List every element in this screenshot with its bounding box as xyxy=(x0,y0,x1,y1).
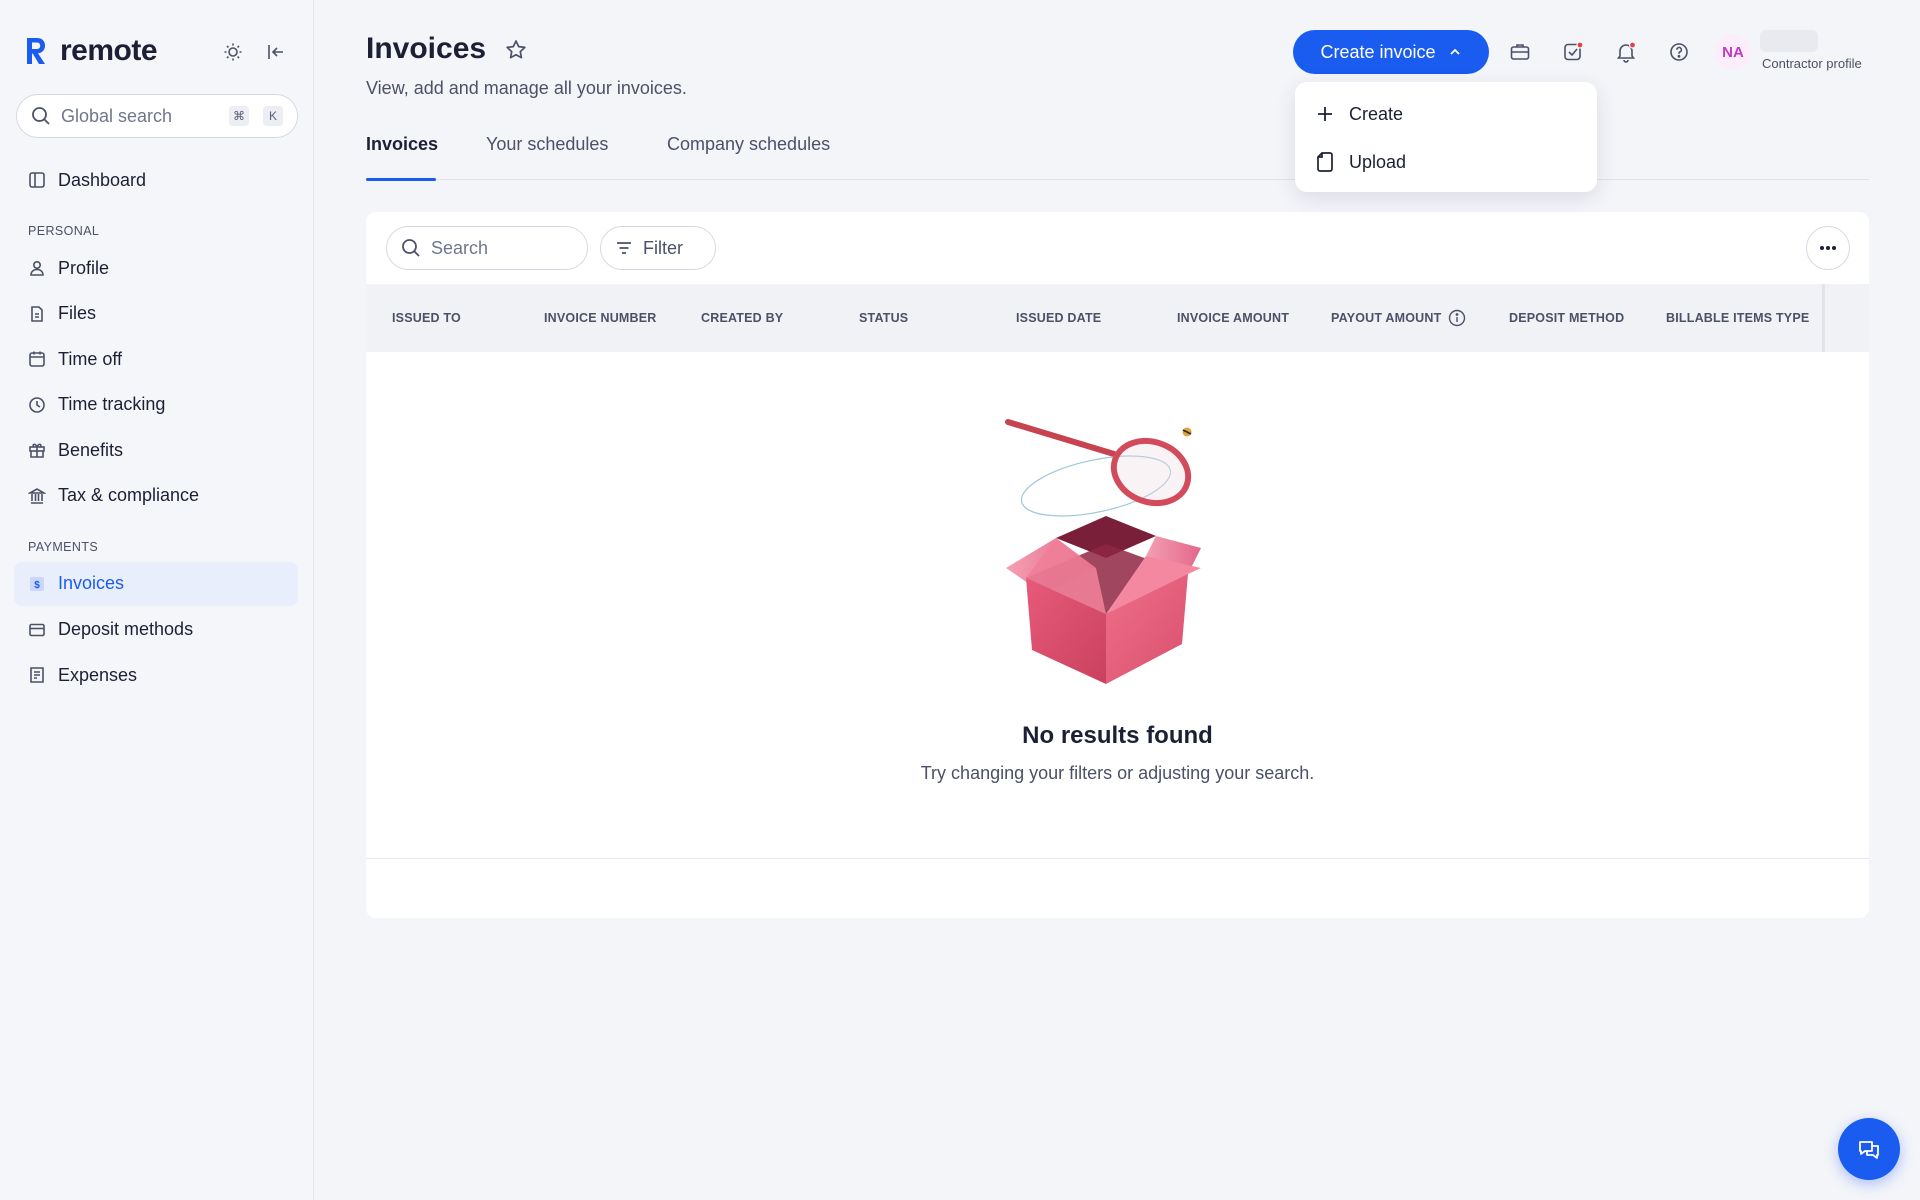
table-header: ISSUED TO INVOICE NUMBER CREATED BY STAT… xyxy=(366,284,1869,352)
briefcase-icon[interactable] xyxy=(1506,38,1534,66)
column-created-by[interactable]: CREATED BY xyxy=(701,284,783,352)
clock-icon xyxy=(28,396,46,414)
column-issued-date[interactable]: ISSUED DATE xyxy=(1016,284,1101,352)
create-invoice-button[interactable]: Create invoice xyxy=(1293,30,1489,74)
search-placeholder: Search xyxy=(431,237,489,258)
column-billable-items-type[interactable]: BILLABLE ITEMS TYPE xyxy=(1666,284,1809,352)
person-icon xyxy=(28,259,46,277)
kbd-k: K xyxy=(263,106,283,126)
sidebar-item-files[interactable]: Files xyxy=(14,292,298,336)
search-icon xyxy=(32,107,50,125)
upload-file-icon xyxy=(1317,152,1333,172)
chat-support-button[interactable] xyxy=(1838,1118,1900,1180)
column-deposit-method[interactable]: DEPOSIT METHOD xyxy=(1509,284,1624,352)
chat-icon xyxy=(1859,1141,1879,1159)
sidebar-item-expenses[interactable]: Expenses xyxy=(14,653,298,697)
global-search[interactable]: Global search ⌘ K xyxy=(16,94,298,138)
sidebar-item-label: Files xyxy=(58,303,97,324)
page-title: Invoices xyxy=(366,32,487,65)
global-search-placeholder: Global search xyxy=(61,105,173,126)
theme-toggle-sun-icon[interactable] xyxy=(219,38,247,66)
dropdown-item-create[interactable]: Create xyxy=(1295,90,1597,138)
calendar-icon xyxy=(28,350,46,368)
sidebar-item-label: Dashboard xyxy=(58,169,147,190)
invoices-table-card: Search Filter ISSUED TO INVOICE NUMBER C… xyxy=(366,212,1869,918)
filter-icon xyxy=(617,242,631,254)
sidebar-item-benefits[interactable]: Benefits xyxy=(14,428,298,472)
create-invoice-dropdown: Create Upload xyxy=(1295,82,1597,192)
empty-box-illustration xyxy=(1005,419,1201,684)
sidebar-item-label: Invoices xyxy=(58,573,125,594)
sidebar-item-deposit-methods[interactable]: Deposit methods xyxy=(14,608,298,652)
empty-state-title: No results found xyxy=(1022,722,1213,749)
favorite-star-icon[interactable] xyxy=(504,38,530,64)
plus-icon xyxy=(1318,107,1332,121)
receipt-icon xyxy=(28,666,46,684)
sidebar-item-label: Profile xyxy=(58,257,110,278)
file-icon xyxy=(28,305,46,323)
sidebar-item-dashboard[interactable]: Dashboard xyxy=(14,158,298,202)
brand-name: remote xyxy=(60,34,158,67)
search-icon xyxy=(402,239,420,257)
card-divider xyxy=(366,858,1869,859)
column-issued-to[interactable]: ISSUED TO xyxy=(392,284,461,352)
section-personal: PERSONAL xyxy=(28,224,100,238)
tasks-check-icon[interactable] xyxy=(1559,38,1587,66)
tabs: Invoices Your schedules Company schedule… xyxy=(366,134,1869,181)
sidebar-item-profile[interactable]: Profile xyxy=(14,246,298,290)
column-invoice-number[interactable]: INVOICE NUMBER xyxy=(544,284,657,352)
sidebar-item-label: Tax & compliance xyxy=(58,485,200,506)
page-subtitle: View, add and manage all your invoices. xyxy=(366,78,687,98)
profile-label[interactable]: Contractor profile xyxy=(1762,56,1862,71)
sidebar-item-label: Benefits xyxy=(58,439,124,460)
notification-bell-icon[interactable] xyxy=(1612,38,1640,66)
dropdown-item-label: Upload xyxy=(1349,151,1407,172)
tab-your-schedules[interactable]: Your schedules xyxy=(486,134,608,180)
sidebar-item-invoices[interactable]: $ Invoices xyxy=(14,561,298,606)
column-payout-amount-label: PAYOUT AMOUNT xyxy=(1331,311,1442,325)
section-payments: PAYMENTS xyxy=(28,539,99,554)
collapse-sidebar-icon[interactable] xyxy=(262,38,290,66)
empty-state-subtitle: Try changing your filters or adjusting y… xyxy=(920,763,1315,783)
gift-icon xyxy=(28,441,46,459)
sidebar-item-time-tracking[interactable]: Time tracking xyxy=(14,383,298,427)
svg-text:$: $ xyxy=(34,580,40,591)
sidebar: remote Global search ⌘ K Dashboard PERSO… xyxy=(0,0,314,1200)
sidebar-item-tax-compliance[interactable]: Tax & compliance xyxy=(14,474,298,518)
sidebar-item-label: Expenses xyxy=(58,664,138,685)
info-icon[interactable] xyxy=(1448,309,1466,327)
sidebar-item-label: Deposit methods xyxy=(58,619,194,640)
column-status[interactable]: STATUS xyxy=(859,284,908,352)
column-payout-amount[interactable]: PAYOUT AMOUNT xyxy=(1331,284,1466,352)
remote-logo-icon xyxy=(27,38,45,64)
invoice-icon: $ xyxy=(28,575,46,593)
sidebar-item-label: Time tracking xyxy=(58,394,166,415)
bank-icon xyxy=(28,487,46,505)
profile-name-redacted xyxy=(1760,30,1818,52)
dashboard-icon xyxy=(28,171,46,189)
main-content: Invoices View, add and manage all your i… xyxy=(315,0,1920,1200)
create-invoice-label: Create invoice xyxy=(1320,41,1436,62)
avatar[interactable]: NA xyxy=(1715,34,1751,70)
table-search-input[interactable]: Search xyxy=(386,226,588,270)
filter-label: Filter xyxy=(643,237,683,258)
column-resize-handle[interactable] xyxy=(1822,284,1825,352)
column-invoice-amount[interactable]: INVOICE AMOUNT xyxy=(1177,284,1289,352)
tab-company-schedules[interactable]: Company schedules xyxy=(667,134,830,180)
chevron-up-icon xyxy=(1449,48,1460,55)
kbd-cmd: ⌘ xyxy=(229,106,249,126)
brand[interactable]: remote xyxy=(24,34,158,68)
tab-invoices[interactable]: Invoices xyxy=(366,134,438,181)
dropdown-item-upload[interactable]: Upload xyxy=(1295,138,1597,186)
sidebar-item-label: Time off xyxy=(58,348,123,369)
more-options-icon[interactable] xyxy=(1806,226,1850,270)
filter-button[interactable]: Filter xyxy=(600,226,716,270)
dropdown-item-label: Create xyxy=(1349,103,1404,124)
sidebar-item-time-off[interactable]: Time off xyxy=(14,337,298,381)
card-icon xyxy=(28,621,46,639)
sidebar-nav: Dashboard PERSONAL Profile Files Time of… xyxy=(14,158,298,699)
help-icon[interactable] xyxy=(1665,38,1693,66)
